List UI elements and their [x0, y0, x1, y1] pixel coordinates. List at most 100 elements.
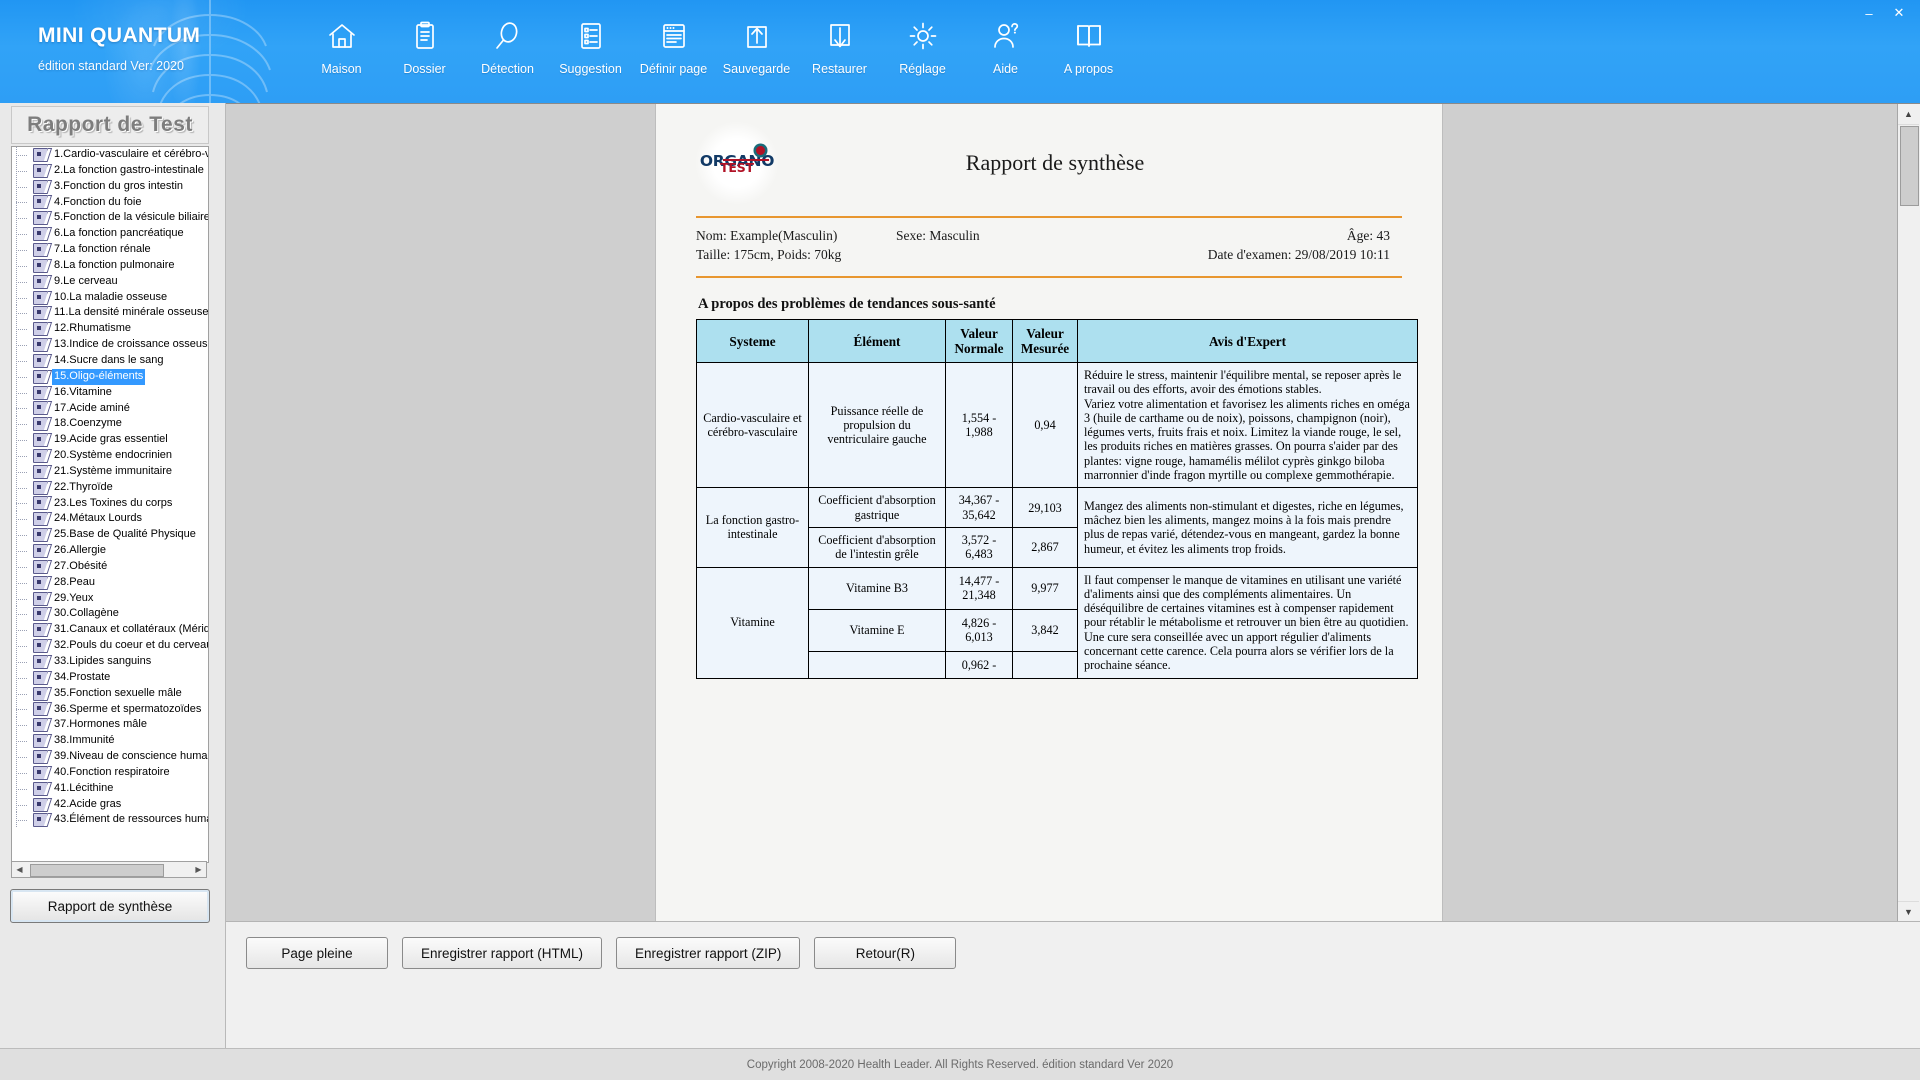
tree-item-8[interactable]: 8.La fonction pulmonaire	[12, 257, 208, 274]
tree-connector	[12, 400, 33, 417]
tree-item-label: 12.Rhumatisme	[54, 322, 132, 335]
tree-item-33[interactable]: 33.Lipides sanguins	[12, 654, 208, 670]
tree-item-36[interactable]: 36.Sperme et spermatozoïdes	[12, 701, 208, 718]
tree-item-27[interactable]: 27.Obésité	[12, 558, 208, 575]
full-page-button[interactable]: Page pleine	[246, 937, 388, 969]
scroll-right-arrow-icon[interactable]: ▶	[191, 862, 206, 877]
tree-item-6[interactable]: 6.La fonction pancréatique	[12, 226, 208, 242]
sidebar-title-bar: Rapport de Test	[11, 106, 209, 144]
tree-item-41[interactable]: 41.Lécithine	[12, 780, 208, 797]
tree-connector	[12, 685, 33, 702]
tree-connector	[12, 733, 33, 749]
tree-connector	[12, 654, 33, 670]
tree-item-label: 41.Lécithine	[54, 781, 114, 794]
tree-item-9[interactable]: 9.Le cerveau	[12, 273, 208, 290]
tree-connector	[12, 273, 33, 290]
tree-item-28[interactable]: 28.Peau	[12, 574, 208, 591]
report-node-icon	[33, 290, 48, 305]
tree-item-42[interactable]: 42.Acide gras	[12, 796, 208, 813]
minimize-button[interactable]: –	[1854, 2, 1884, 24]
tree-connector	[12, 147, 33, 163]
synthesis-report-button[interactable]: Rapport de synthèse	[10, 889, 210, 923]
tree-item-43[interactable]: 43.Élément de ressources humaines	[12, 812, 208, 829]
tree-item-32[interactable]: 32.Pouls du coeur et du cerveau	[12, 638, 208, 654]
tree-item-29[interactable]: 29.Yeux	[12, 590, 208, 607]
tree-item-24[interactable]: 24.Métaux Lourds	[12, 511, 208, 528]
tree-horizontal-scrollbar[interactable]: ◀ ▶	[11, 861, 207, 878]
tree-connector	[12, 162, 33, 179]
report-node-icon	[33, 448, 48, 463]
document-area: ORGANO TEST Rapport de synthèse Nom: Exa…	[226, 103, 1920, 984]
tree-item-20[interactable]: 20.Système endocrinien	[12, 448, 208, 464]
tree-item-3[interactable]: 3.Fonction du gros intestin	[12, 178, 208, 195]
tree-item-31[interactable]: 31.Canaux et collatéraux (Méridiens)	[12, 622, 208, 639]
report-node-icon	[33, 306, 48, 321]
report-page: ORGANO TEST Rapport de synthèse Nom: Exa…	[656, 104, 1442, 922]
tree-item-5[interactable]: 5.Fonction de la vésicule biliaire	[12, 210, 208, 227]
tree-connector	[12, 448, 33, 464]
tree-item-34[interactable]: 34.Prostate	[12, 669, 208, 686]
close-button[interactable]: ✕	[1884, 2, 1914, 24]
save-zip-button[interactable]: Enregistrer rapport (ZIP)	[616, 937, 801, 969]
scroll-left-arrow-icon[interactable]: ◀	[12, 862, 27, 877]
tree-connector	[12, 194, 33, 211]
tree-item-30[interactable]: 30.Collagène	[12, 606, 208, 623]
vscroll-thumb[interactable]	[1900, 126, 1919, 206]
tree-item-23[interactable]: 23.Les Toxines du corps	[12, 495, 208, 512]
tree-item-22[interactable]: 22.Thyroïde	[12, 479, 208, 496]
tree-item-12[interactable]: 12.Rhumatisme	[12, 321, 208, 337]
toolbar-item-label: Suggestion	[559, 62, 622, 76]
toolbar-item-maison[interactable]: Maison	[300, 16, 383, 76]
tree-item-14[interactable]: 14.Sucre dans le sang	[12, 352, 208, 369]
tree-item-38[interactable]: 38.Immunité	[12, 733, 208, 749]
toolbar-item-a-propos[interactable]: A propos	[1047, 16, 1130, 76]
tree-item-40[interactable]: 40.Fonction respiratoire	[12, 764, 208, 781]
tree-item-18[interactable]: 18.Coenzyme	[12, 416, 208, 433]
tree-item-17[interactable]: 17.Acide aminé	[12, 400, 208, 417]
toolbar-item-label: Détection	[481, 62, 534, 76]
toolbar-item-d-tection[interactable]: Détection	[466, 16, 549, 76]
tree-item-13[interactable]: 13.Indice de croissance osseuse	[12, 337, 208, 353]
tree-item-7[interactable]: 7.La fonction rénale	[12, 242, 208, 258]
tree-item-26[interactable]: 26.Allergie	[12, 543, 208, 559]
report-node-icon	[33, 654, 48, 669]
back-button[interactable]: Retour(R)	[814, 937, 957, 969]
scroll-up-arrow-icon[interactable]: ▲	[1898, 104, 1919, 125]
report-node-icon	[33, 765, 48, 780]
tree-item-1[interactable]: 1.Cardio-vasculaire et cérébro-vasculair…	[12, 147, 208, 163]
tree-item-4[interactable]: 4.Fonction du foie	[12, 194, 208, 211]
toolbar-item-d-finir-page[interactable]: Définir page	[632, 16, 715, 76]
toolbar-item-sauvegarde[interactable]: Sauvegarde	[715, 16, 798, 76]
tree-item-11[interactable]: 11.La densité minérale osseuse	[12, 305, 208, 322]
hscroll-thumb[interactable]	[30, 864, 164, 877]
tree-item-label: 3.Fonction du gros intestin	[54, 179, 184, 192]
toolbar-item-dossier[interactable]: Dossier	[383, 16, 466, 76]
toolbar-item-suggestion[interactable]: Suggestion	[549, 16, 632, 76]
tree-item-16[interactable]: 16.Vitamine	[12, 384, 208, 401]
tree-item-35[interactable]: 35.Fonction sexuelle mâle	[12, 685, 208, 702]
tree-connector	[12, 543, 33, 559]
report-tree-panel[interactable]: 1.Cardio-vasculaire et cérébro-vasculair…	[11, 146, 209, 863]
toolbar-item-r-glage[interactable]: Réglage	[881, 16, 964, 76]
tree-connector	[12, 717, 33, 734]
toolbar-item-label: Aide	[992, 62, 1019, 76]
tree-item-37[interactable]: 37.Hormones mâle	[12, 717, 208, 734]
cell-measured-value: 29,103	[1012, 487, 1078, 528]
tree-item-25[interactable]: 25.Base de Qualité Physique	[12, 527, 208, 543]
tree-item-label: 34.Prostate	[54, 670, 111, 683]
tree-item-label: 2.La fonction gastro-intestinale	[54, 163, 204, 176]
report-node-icon	[33, 195, 48, 210]
save-html-button[interactable]: Enregistrer rapport (HTML)	[402, 937, 603, 969]
tree-item-39[interactable]: 39.Niveau de conscience humaine	[12, 749, 208, 765]
document-vertical-scrollbar[interactable]: ▲ ▼	[1897, 104, 1920, 922]
tree-item-19[interactable]: 19.Acide gras essentiel	[12, 432, 208, 448]
toolbar-item-aide[interactable]: Aide	[964, 16, 1047, 76]
scroll-down-arrow-icon[interactable]: ▼	[1898, 901, 1919, 922]
tree-item-15[interactable]: 15.Oligo-éléments	[12, 368, 208, 385]
tree-item-21[interactable]: 21.Système immunitaire	[12, 463, 208, 480]
tree-item-10[interactable]: 10.La maladie osseuse	[12, 289, 208, 306]
tree-item-2[interactable]: 2.La fonction gastro-intestinale	[12, 162, 208, 179]
tree-item-label: 9.Le cerveau	[54, 274, 118, 287]
tree-item-label: 20.Système endocrinien	[54, 449, 173, 462]
toolbar-item-restaurer[interactable]: Restaurer	[798, 16, 881, 76]
